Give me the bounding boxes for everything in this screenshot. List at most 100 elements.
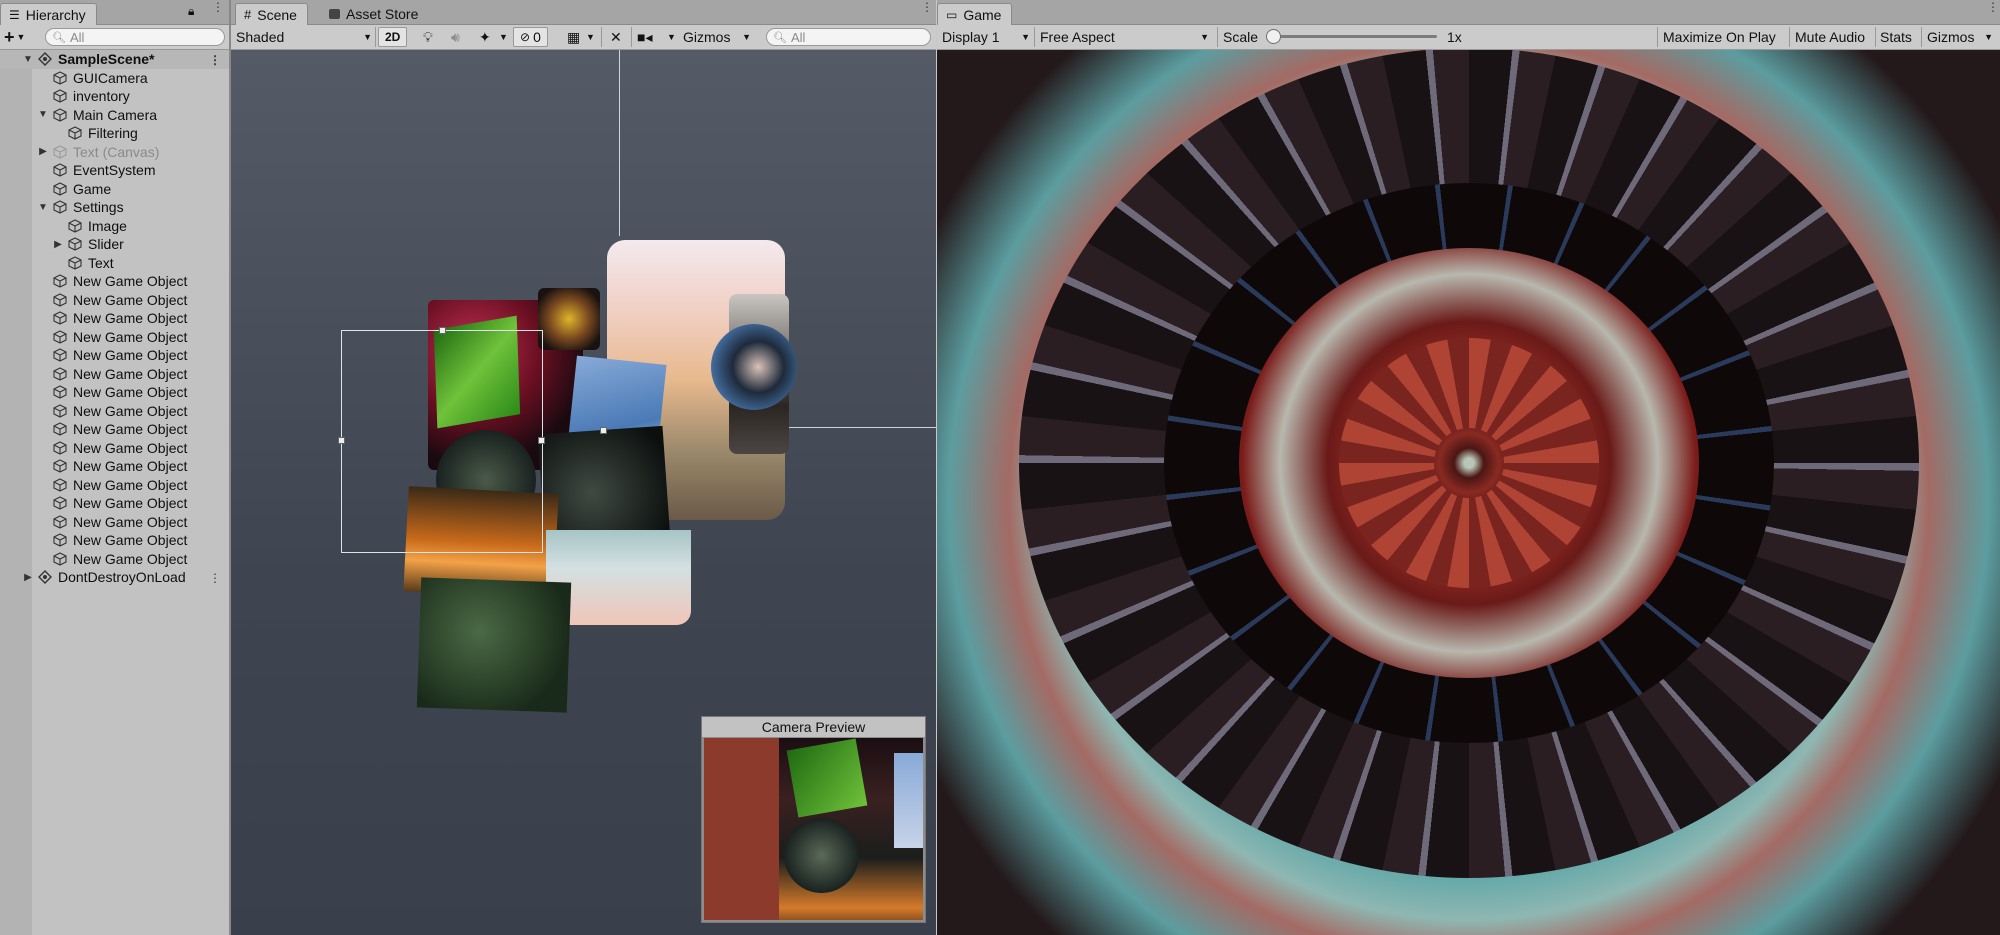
create-button[interactable]: + ▼ xyxy=(4,27,25,47)
hierarchy-menu-icon[interactable]: ⋮ xyxy=(212,1,224,13)
game-gizmos-button[interactable]: Gizmos ▼ xyxy=(1927,27,1993,47)
selection-handle[interactable] xyxy=(538,437,545,444)
hierarchy-item[interactable]: New Game Object xyxy=(0,272,229,291)
camera-button[interactable]: ■◂ xyxy=(637,27,652,47)
scale-slider-handle[interactable] xyxy=(1266,29,1281,44)
mute-audio-toggle[interactable]: Mute Audio xyxy=(1795,27,1865,47)
game-view[interactable] xyxy=(937,50,2000,935)
audio-toggle-button[interactable]: 🔊︎ xyxy=(451,27,460,47)
collapse-arrow-icon[interactable]: ▶ xyxy=(22,572,34,583)
effects-icon: ✦ xyxy=(479,28,491,45)
hierarchy-item[interactable]: New Game Object xyxy=(0,439,229,458)
collage-green-foliage[interactable] xyxy=(416,577,572,713)
hierarchy-tabbar: ☰ Hierarchy 🔒︎ ⋮ xyxy=(0,0,229,25)
hierarchy-item[interactable]: Image xyxy=(0,217,229,236)
hierarchy-item[interactable]: Text xyxy=(0,254,229,273)
gameobject-cube-icon xyxy=(53,348,67,362)
lock-icon[interactable]: 🔒︎ xyxy=(188,4,194,19)
effects-dropdown[interactable]: ▼ xyxy=(499,27,508,47)
gameobject-cube-icon xyxy=(53,404,67,418)
gameobject-cube-icon xyxy=(68,237,82,251)
hierarchy-item-label: New Game Object xyxy=(73,513,188,530)
gameobject-cube-icon xyxy=(53,163,67,177)
game-menu-icon[interactable]: ⋮ xyxy=(1987,1,1999,13)
lighting-toggle-button[interactable]: 💡︎ xyxy=(423,27,433,47)
collapse-arrow-icon[interactable]: ▶ xyxy=(37,146,49,157)
hierarchy-item-label: New Game Object xyxy=(73,550,188,567)
hierarchy-item[interactable]: New Game Object xyxy=(0,383,229,402)
stats-label: Stats xyxy=(1880,29,1912,45)
collapse-arrow-icon[interactable]: ▶ xyxy=(52,239,64,250)
hierarchy-item[interactable]: ▶ Text (Canvas) xyxy=(0,143,229,162)
hierarchy-scene-row[interactable]: ▼ SampleScene* ⋮ xyxy=(0,50,229,69)
scale-label-text: Scale xyxy=(1223,29,1259,45)
shading-mode-dropdown[interactable]: Shaded ▼ xyxy=(236,27,372,47)
selection-rect[interactable] xyxy=(341,330,543,553)
hierarchy-item[interactable]: New Game Object xyxy=(0,513,229,532)
hierarchy-item-label: New Game Object xyxy=(73,365,188,382)
tab-scene[interactable]: # Scene xyxy=(235,3,308,25)
grid-dropdown[interactable]: ▼ xyxy=(586,27,595,47)
hierarchy-item[interactable]: New Game Object xyxy=(0,531,229,550)
tab-asset-store[interactable]: Asset Store xyxy=(321,3,428,24)
scene-row-menu-icon[interactable]: ⋮ xyxy=(209,53,221,67)
expand-arrow-icon[interactable]: ▼ xyxy=(37,109,49,120)
hierarchy-item[interactable]: New Game Object xyxy=(0,291,229,310)
scene-menu-icon[interactable]: ⋮ xyxy=(921,1,933,13)
camera-dropdown[interactable]: ▼ xyxy=(667,27,676,47)
hierarchy-item[interactable]: New Game Object xyxy=(0,457,229,476)
camera-icon: ■◂ xyxy=(637,28,653,45)
hierarchy-item[interactable]: New Game Object xyxy=(0,328,229,347)
hierarchy-item[interactable]: GUICamera xyxy=(0,69,229,88)
collage-yellow-flowers[interactable] xyxy=(538,288,600,350)
hierarchy-item[interactable]: New Game Object xyxy=(0,476,229,495)
hierarchy-item[interactable]: Filtering xyxy=(0,124,229,143)
scale-slider-track[interactable] xyxy=(1272,35,1437,38)
hierarchy-item[interactable]: EventSystem xyxy=(0,161,229,180)
hierarchy-item[interactable]: ▶ Slider xyxy=(0,235,229,254)
stats-toggle[interactable]: Stats xyxy=(1880,27,1912,47)
gameobject-cube-icon xyxy=(53,330,67,344)
gameobject-cube-icon xyxy=(53,422,67,436)
hierarchy-item[interactable]: ▼ Main Camera xyxy=(0,106,229,125)
aspect-dropdown[interactable]: Free Aspect ▼ xyxy=(1035,27,1215,47)
tab-game[interactable]: ▭ Game xyxy=(937,3,1013,25)
2d-toggle-button[interactable]: 2D xyxy=(378,27,408,47)
hierarchy-item[interactable]: New Game Object xyxy=(0,550,229,569)
hierarchy-item[interactable]: inventory xyxy=(0,87,229,106)
tab-scene-label: Scene xyxy=(257,6,297,23)
gameobject-cube-icon xyxy=(53,293,67,307)
scene-viewport[interactable]: Camera Preview xyxy=(231,50,936,935)
aspect-value: Free Aspect xyxy=(1040,29,1115,45)
hierarchy-item[interactable]: New Game Object xyxy=(0,420,229,439)
collage-circle-portrait[interactable] xyxy=(711,324,797,410)
expand-arrow-icon[interactable]: ▼ xyxy=(37,202,49,213)
selection-handle[interactable] xyxy=(600,427,607,434)
selection-handle[interactable] xyxy=(338,437,345,444)
display-dropdown[interactable]: Display 1 ▼ xyxy=(942,27,1030,47)
kaleidoscope-core xyxy=(1433,427,1504,498)
hierarchy-item[interactable]: Game xyxy=(0,180,229,199)
hierarchy-search-input[interactable]: 🔍︎ All xyxy=(45,28,225,46)
hierarchy-item[interactable]: New Game Object xyxy=(0,309,229,328)
scene-search-input[interactable]: 🔍︎ All xyxy=(766,28,931,46)
hierarchy-scene-row[interactable]: ▶ DontDestroyOnLoad ⋮ xyxy=(0,568,229,587)
maximize-on-play-toggle[interactable]: Maximize On Play xyxy=(1663,27,1776,47)
gameobject-cube-icon xyxy=(53,200,67,214)
effects-toggle-button[interactable]: ✦ xyxy=(479,27,491,47)
scene-row-menu-icon[interactable]: ⋮ xyxy=(209,571,221,585)
hierarchy-search-placeholder: All xyxy=(69,29,85,45)
hierarchy-tree: ▼ SampleScene* ⋮ GUICamera inventory ▼ Main Ca… xyxy=(0,50,229,587)
tools-button[interactable]: ✕ xyxy=(610,27,622,47)
hierarchy-item[interactable]: ▼ Settings xyxy=(0,198,229,217)
selection-handle[interactable] xyxy=(439,327,446,334)
tab-hierarchy[interactable]: ☰ Hierarchy xyxy=(0,3,97,25)
hidden-objects-button[interactable]: ⊘ 0 xyxy=(513,27,548,47)
hierarchy-item[interactable]: New Game Object xyxy=(0,494,229,513)
hierarchy-item[interactable]: New Game Object xyxy=(0,365,229,384)
expand-arrow-icon[interactable]: ▼ xyxy=(22,54,34,65)
hierarchy-item[interactable]: New Game Object xyxy=(0,402,229,421)
hierarchy-item[interactable]: New Game Object xyxy=(0,346,229,365)
grid-toggle-button[interactable]: ▦ xyxy=(567,27,580,47)
scene-gizmos-button[interactable]: Gizmos ▼ xyxy=(683,27,751,47)
